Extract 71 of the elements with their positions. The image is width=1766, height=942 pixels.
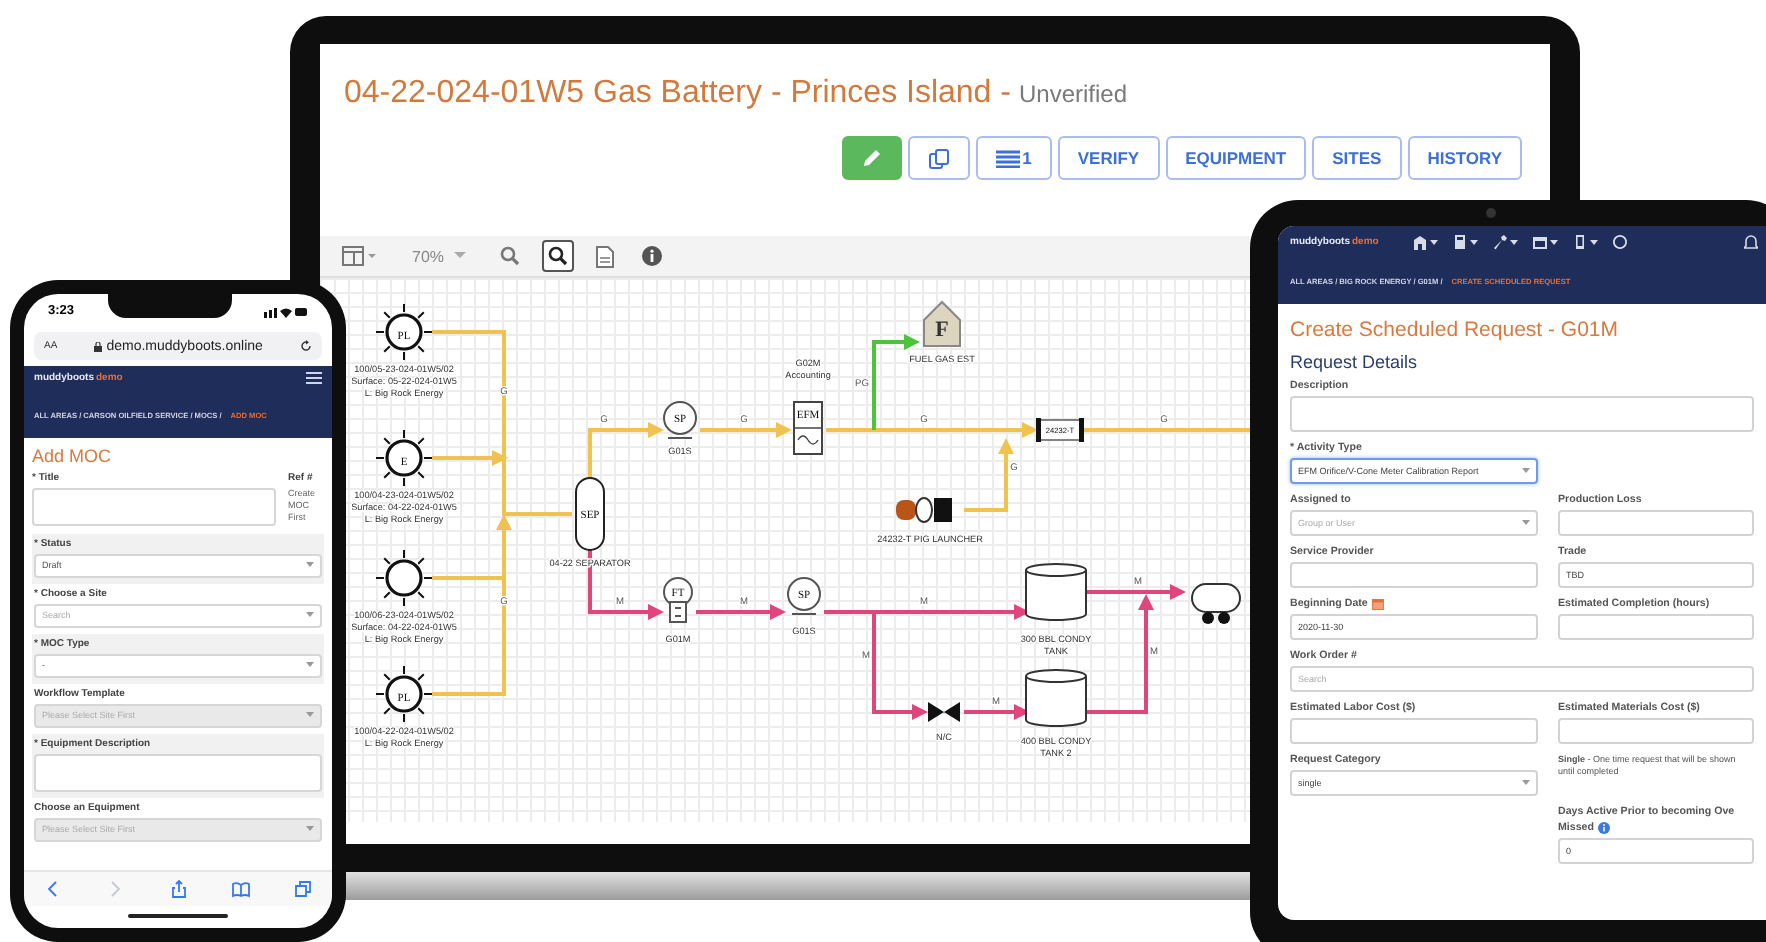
pipe-line	[964, 704, 1030, 720]
text-field[interactable]	[1558, 717, 1754, 744]
flow-transmitter-icon[interactable]	[663, 577, 693, 623]
action-button[interactable]: HISTORY	[1407, 136, 1522, 180]
caret-icon	[1522, 779, 1530, 786]
action-button[interactable]: EQUIPMENT	[1165, 136, 1307, 180]
sample-point-icon[interactable]	[663, 401, 697, 439]
back-icon[interactable]	[44, 880, 62, 898]
section-heading: Request Details	[1290, 351, 1420, 372]
bell-icon[interactable]	[1744, 234, 1758, 250]
help-menu-icon[interactable]	[1612, 234, 1629, 250]
info-icon[interactable]	[1597, 821, 1610, 834]
action-button[interactable]: VERIFY	[1057, 136, 1160, 180]
lock-icon	[94, 341, 103, 351]
symbol-label: F	[935, 318, 949, 342]
calendar-icon[interactable]	[1371, 597, 1384, 610]
pipe-line	[588, 422, 664, 478]
caret-icon	[306, 712, 314, 719]
phone-notch	[107, 294, 231, 318]
menu-icon[interactable]	[306, 372, 322, 384]
calendar-menu-icon[interactable]	[1532, 234, 1559, 250]
caret-icon	[454, 252, 467, 260]
reload-icon[interactable]	[299, 340, 312, 352]
well-icon[interactable]	[375, 665, 433, 723]
pig-launcher-icon[interactable]	[896, 497, 952, 523]
caret-icon	[306, 562, 314, 569]
text-field[interactable]	[1290, 561, 1538, 588]
status-text: Unverified	[1018, 80, 1128, 108]
camera-icon	[1486, 208, 1496, 218]
text-field[interactable]	[1558, 613, 1754, 640]
text-field[interactable]	[1290, 717, 1538, 744]
caret-icon	[1522, 519, 1530, 526]
page-heading: Create Scheduled Request - G01M	[1290, 317, 1621, 342]
well-icon[interactable]	[375, 429, 433, 487]
tools-menu-icon[interactable]	[1492, 234, 1519, 250]
action-button[interactable]: SITES	[1312, 136, 1402, 180]
caret-icon	[306, 826, 314, 833]
caret-icon	[306, 612, 314, 619]
list-icon	[996, 149, 1021, 167]
sample-point-icon[interactable]	[787, 577, 821, 615]
valve-icon[interactable]	[928, 702, 960, 722]
list-button[interactable]: 1	[976, 136, 1052, 180]
tank-icon[interactable]	[1025, 669, 1087, 727]
vessel-icon[interactable]	[1191, 583, 1241, 624]
share-icon[interactable]	[169, 880, 187, 898]
building-menu-icon[interactable]	[1412, 234, 1439, 250]
flow-meter-icon[interactable]	[793, 401, 823, 455]
zoom-in-icon[interactable]	[542, 240, 575, 272]
inline-meter-icon[interactable]	[1036, 418, 1084, 442]
well-icon[interactable]	[375, 549, 433, 607]
phone-menu-icon[interactable]	[1572, 234, 1599, 250]
tank-icon[interactable]	[1025, 563, 1087, 621]
status-icons	[263, 306, 308, 318]
home-indicator	[128, 914, 228, 918]
fuel-gas-icon[interactable]	[923, 300, 961, 347]
caret-icon	[306, 662, 314, 669]
copy-icon	[928, 147, 951, 169]
pipe-line	[700, 422, 792, 438]
pencil-icon	[862, 148, 883, 168]
text-field[interactable]	[1558, 509, 1754, 536]
text-field[interactable]	[32, 487, 276, 526]
page-title: 04-22-024-01W5 Gas Battery - Princes Island -	[344, 76, 1011, 110]
separator-icon[interactable]	[575, 477, 605, 551]
caret-icon	[1522, 467, 1530, 474]
page-heading: Add MOC	[32, 445, 114, 466]
copy-button[interactable]	[908, 136, 971, 180]
book-icon[interactable]	[231, 880, 250, 898]
pipe-line	[696, 604, 786, 620]
well-icon[interactable]	[375, 303, 433, 361]
tabs-icon[interactable]	[294, 880, 312, 898]
calculator-menu-icon[interactable]	[1452, 234, 1479, 250]
